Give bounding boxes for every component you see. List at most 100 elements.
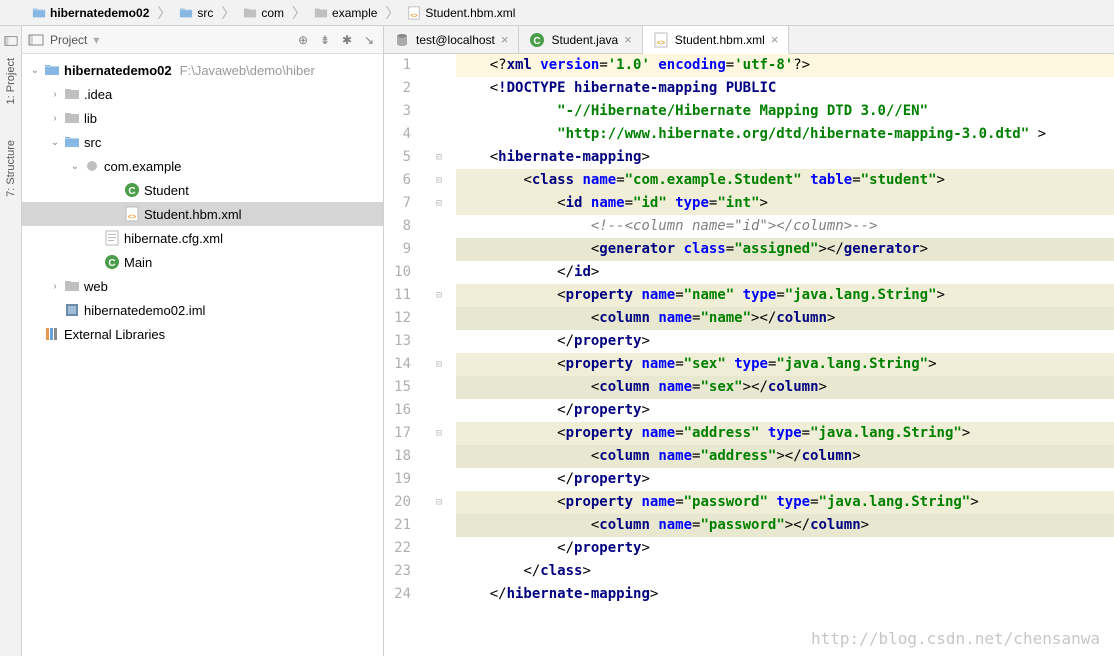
tree-label: Main bbox=[124, 255, 152, 270]
db-icon bbox=[394, 32, 410, 48]
tree-label: src bbox=[84, 135, 101, 150]
code-line[interactable]: <!DOCTYPE hibernate-mapping PUBLIC bbox=[456, 77, 1114, 100]
editor-tab[interactable]: Student.hbm.xml × bbox=[643, 26, 790, 54]
code-line[interactable]: <property name="password" type="java.lan… bbox=[456, 491, 1114, 514]
code-line[interactable]: <class name="com.example.Student" table=… bbox=[456, 169, 1114, 192]
project-panel: Project ▾ ⊕ ⇟ ✱ ↘ ⌄hibernatedemo02F:\Jav… bbox=[22, 26, 384, 656]
code-line[interactable]: <column name="sex"></column> bbox=[456, 376, 1114, 399]
class-icon bbox=[529, 32, 545, 48]
close-icon[interactable]: × bbox=[624, 32, 632, 47]
code-line[interactable]: <property name="name" type="java.lang.St… bbox=[456, 284, 1114, 307]
tree-row[interactable]: Student bbox=[22, 178, 383, 202]
code-line[interactable]: <property name="address" type="java.lang… bbox=[456, 422, 1114, 445]
tree-row[interactable]: hibernate.cfg.xml bbox=[22, 226, 383, 250]
code-line[interactable]: </property> bbox=[456, 537, 1114, 560]
xml-icon bbox=[407, 6, 421, 20]
left-tool-rail: 1: Project 7: Structure bbox=[0, 26, 22, 656]
code-line[interactable]: </property> bbox=[456, 399, 1114, 422]
code-line[interactable]: <hibernate-mapping> bbox=[456, 146, 1114, 169]
breadcrumb: hibernatedemo02〉src〉com〉example〉Student.… bbox=[0, 0, 1114, 26]
code-line[interactable]: <column name="password"></column> bbox=[456, 514, 1114, 537]
code-line[interactable]: </property> bbox=[456, 468, 1114, 491]
chevron-right-icon: 〉 bbox=[290, 3, 308, 23]
folder-gray-icon bbox=[64, 86, 80, 102]
tree-arrow[interactable]: ⌄ bbox=[30, 65, 40, 76]
code-line[interactable]: "http://www.hibernate.org/dtd/hibernate-… bbox=[456, 123, 1114, 146]
breadcrumb-label: src bbox=[197, 6, 213, 20]
tree-arrow[interactable]: ⌄ bbox=[70, 161, 80, 172]
tree-row[interactable]: ⌄ src bbox=[22, 130, 383, 154]
tree-row[interactable]: ›web bbox=[22, 274, 383, 298]
breadcrumb-item[interactable]: example bbox=[310, 6, 381, 20]
code-area[interactable]: <?xml version='1.0' encoding='utf-8'?> <… bbox=[446, 54, 1114, 656]
xml-file-icon bbox=[104, 230, 120, 246]
class-icon bbox=[104, 254, 120, 270]
tree-label: com.example bbox=[104, 159, 181, 174]
project-tree[interactable]: ⌄hibernatedemo02F:\Javaweb\demo\hiber › .i… bbox=[22, 54, 383, 656]
tree-label: Student bbox=[144, 183, 189, 198]
code-line[interactable]: <id name="id" type="int"> bbox=[456, 192, 1114, 215]
project-rail-icon bbox=[4, 34, 18, 48]
code-line[interactable]: <column name="address"></column> bbox=[456, 445, 1114, 468]
project-title: Project bbox=[50, 33, 87, 47]
rail-structure[interactable]: 7: Structure bbox=[3, 134, 19, 203]
lib-icon bbox=[44, 326, 60, 342]
breadcrumb-label: hibernatedemo02 bbox=[50, 6, 149, 20]
editor-tab[interactable]: test@localhost× bbox=[384, 26, 519, 53]
breadcrumb-item[interactable]: Student.hbm.xml bbox=[403, 6, 519, 20]
editor-pane: test@localhost×Student.java×Student.hbm.… bbox=[384, 26, 1114, 656]
folder-gray-icon bbox=[64, 110, 80, 126]
chevron-right-icon: 〉 bbox=[219, 3, 237, 23]
editor-tab[interactable]: Student.java × bbox=[519, 26, 642, 53]
tree-label: .idea bbox=[84, 87, 112, 102]
package-icon bbox=[84, 158, 100, 174]
code-line[interactable]: </hibernate-mapping> bbox=[456, 583, 1114, 606]
hide-button[interactable]: ↘ bbox=[361, 32, 377, 48]
breadcrumb-item[interactable]: src bbox=[175, 6, 217, 20]
breadcrumb-item[interactable]: hibernatedemo02 bbox=[28, 6, 153, 20]
code-line[interactable]: <property name="sex" type="java.lang.Str… bbox=[456, 353, 1114, 376]
code-line[interactable]: </class> bbox=[456, 560, 1114, 583]
tree-label: External Libraries bbox=[64, 327, 165, 342]
code-line[interactable]: <generator class="assigned"></generator> bbox=[456, 238, 1114, 261]
chevron-right-icon: 〉 bbox=[383, 3, 401, 23]
xml-icon bbox=[124, 206, 140, 222]
tree-row[interactable]: Main bbox=[22, 250, 383, 274]
tree-arrow[interactable]: ⌄ bbox=[50, 137, 60, 148]
tree-label: hibernate.cfg.xml bbox=[124, 231, 223, 246]
tab-label: Student.hbm.xml bbox=[675, 33, 765, 47]
tree-row[interactable]: › .idea bbox=[22, 82, 383, 106]
code-line[interactable]: <!--<column name="id"></column>--> bbox=[456, 215, 1114, 238]
tree-arrow[interactable]: › bbox=[50, 281, 60, 292]
settings-button[interactable]: ✱ bbox=[339, 32, 355, 48]
collapse-button[interactable]: ⇟ bbox=[317, 32, 333, 48]
tree-row[interactable]: Student.hbm.xml bbox=[22, 202, 383, 226]
tree-row[interactable]: ⌄ com.example bbox=[22, 154, 383, 178]
tree-label: lib bbox=[84, 111, 97, 126]
close-icon[interactable]: × bbox=[501, 32, 509, 47]
code-line[interactable]: <column name="name"></column> bbox=[456, 307, 1114, 330]
code-line[interactable]: </property> bbox=[456, 330, 1114, 353]
rail-project[interactable]: 1: Project bbox=[3, 52, 19, 110]
tree-row[interactable]: External Libraries bbox=[22, 322, 383, 346]
locate-button[interactable]: ⊕ bbox=[295, 32, 311, 48]
breadcrumb-item[interactable]: com bbox=[239, 6, 288, 20]
folder-blue-icon bbox=[44, 62, 60, 78]
fold-gutter[interactable]: ⊟⊟⊟⊟⊟⊟⊟ bbox=[432, 54, 446, 656]
tree-arrow[interactable]: › bbox=[50, 89, 60, 100]
close-icon[interactable]: × bbox=[771, 32, 779, 47]
code-line[interactable]: "-//Hibernate/Hibernate Mapping DTD 3.0/… bbox=[456, 100, 1114, 123]
tree-row[interactable]: hibernatedemo02.iml bbox=[22, 298, 383, 322]
tab-label: Student.java bbox=[551, 33, 618, 47]
folder-gray-icon bbox=[243, 6, 257, 20]
folder-gray-icon bbox=[64, 278, 80, 294]
code-line[interactable]: <?xml version='1.0' encoding='utf-8'?> bbox=[456, 54, 1114, 77]
code-line[interactable]: </id> bbox=[456, 261, 1114, 284]
tree-row[interactable]: › lib bbox=[22, 106, 383, 130]
folder-blue-icon bbox=[179, 6, 193, 20]
folder-gray-icon bbox=[314, 6, 328, 20]
tree-arrow[interactable]: › bbox=[50, 113, 60, 124]
editor-body[interactable]: 123456789101112131415161718192021222324 … bbox=[384, 54, 1114, 656]
tree-row[interactable]: ⌄hibernatedemo02F:\Javaweb\demo\hiber bbox=[22, 58, 383, 82]
editor-tabs: test@localhost×Student.java×Student.hbm.… bbox=[384, 26, 1114, 54]
